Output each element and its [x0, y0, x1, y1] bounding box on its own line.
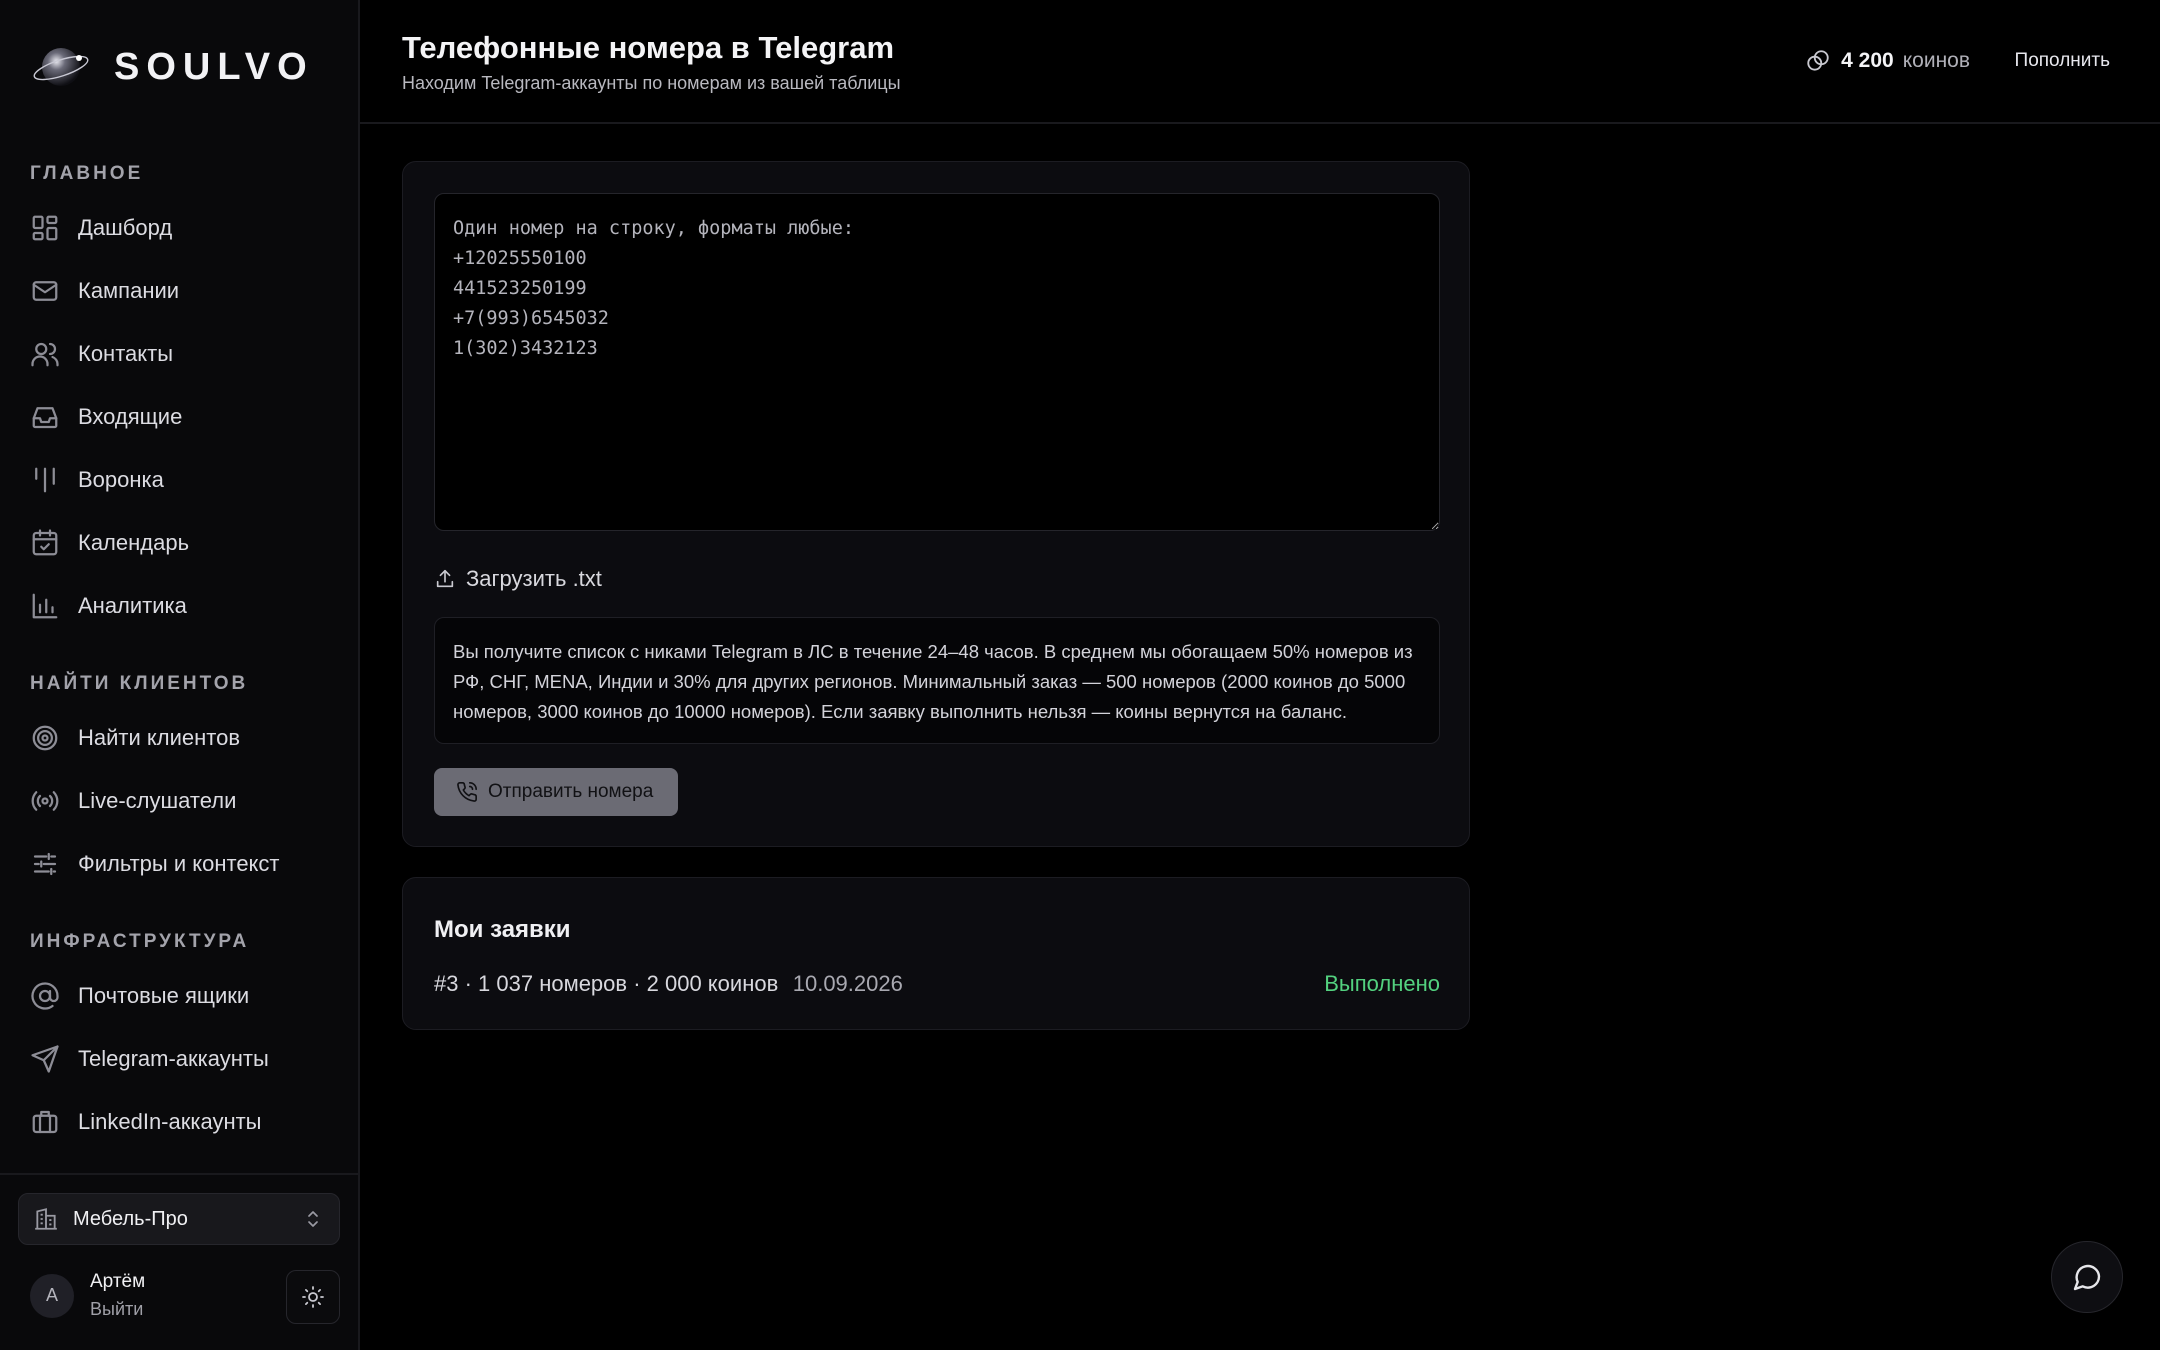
section-title-infrastructure: ИНФРАСТРУКТУРА [30, 931, 250, 952]
brand-name: SOULVO [114, 45, 314, 88]
sidebar-item-analytics[interactable]: Аналитика [30, 581, 187, 631]
radio-icon [30, 786, 60, 816]
submit-numbers-label: Отправить номера [488, 781, 654, 802]
page-subtitle: Находим Telegram-аккаунты по номерам из … [402, 73, 901, 93]
sidebar-item-dashboard[interactable]: Дашборд [30, 203, 172, 253]
sidebar-item-label: Найти клиентов [78, 725, 241, 750]
sidebar-nav[interactable]: ГЛАВНОЕ Дашборд Кампании Контакты Входящ… [0, 140, 358, 1173]
sidebar-item-label: Почтовые ящики [78, 983, 250, 1008]
briefcase-icon [30, 1107, 60, 1137]
brand[interactable]: SOULVO [32, 38, 314, 96]
chevrons-up-down-icon [301, 1207, 325, 1231]
sidebar-item-filters[interactable]: Фильтры и контекст [30, 839, 280, 889]
phone-call-icon [457, 782, 477, 802]
upload-txt-button[interactable]: Загрузить .txt [434, 566, 602, 592]
sidebar-item-label: Аналитика [78, 593, 187, 618]
dashboard-icon [30, 213, 60, 243]
coin-balance: 4 200 коинов [1805, 48, 1970, 74]
sidebar-item-live-listeners[interactable]: Live-слушатели [30, 776, 236, 826]
sidebar-item-label: Воронка [78, 467, 164, 492]
bar-chart-icon [30, 591, 60, 621]
sidebar-item-label: Фильтры и контекст [78, 851, 280, 876]
sidebar-item-label: Календарь [78, 530, 190, 555]
sidebar: SOULVO ГЛАВНОЕ Дашборд Кампании Контакты… [0, 0, 360, 1350]
sun-icon [302, 1286, 324, 1308]
pricing-notice: Вы получите список с никами Telegram в Л… [434, 617, 1440, 744]
sidebar-item-find-clients[interactable]: Найти клиентов [30, 713, 240, 763]
status-badge: Выполнено [1324, 971, 1440, 996]
sidebar-item-label: Входящие [78, 404, 183, 429]
user-block: А Артём Выйти [30, 1271, 145, 1320]
phone-upload-card: Загрузить .txt Вы получите список с ника… [402, 161, 1470, 847]
orders-title: Мои заявки [434, 916, 571, 943]
sidebar-item-linkedin-accounts[interactable]: LinkedIn-аккаунты [30, 1097, 262, 1147]
app-root: SOULVO ГЛАВНОЕ Дашборд Кампании Контакты… [0, 0, 2160, 1350]
funnel-icon [30, 465, 60, 495]
sidebar-footer: Мебель-Про А Артём Выйти [0, 1173, 358, 1350]
sidebar-item-campaigns[interactable]: Кампании [30, 266, 179, 316]
sidebar-item-label: Telegram-аккаунты [78, 1046, 269, 1071]
upload-txt-label: Загрузить .txt [466, 566, 602, 591]
sidebar-item-label: Дашборд [78, 215, 173, 240]
calendar-icon [30, 528, 60, 558]
sidebar-item-funnel[interactable]: Воронка [30, 455, 164, 505]
page-title: Телефонные номера в Telegram [402, 30, 895, 65]
sidebar-item-label: LinkedIn-аккаунты [78, 1109, 262, 1134]
sidebar-item-label: Кампании [78, 278, 180, 303]
section-title-main: ГЛАВНОЕ [30, 163, 144, 184]
target-icon [30, 723, 60, 753]
message-circle-icon [2073, 1264, 2101, 1291]
workspace-name: Мебель-Про [73, 1207, 188, 1230]
planet-logo-icon [32, 38, 90, 96]
page-header: Телефонные номера в Telegram Находим Tel… [360, 0, 2160, 124]
mail-icon [30, 276, 60, 306]
sidebar-item-telegram-accounts[interactable]: Telegram-аккаунты [30, 1034, 269, 1084]
chat-support-button[interactable] [2051, 1241, 2123, 1313]
logout-link[interactable]: Выйти [90, 1299, 145, 1320]
building-icon [35, 1208, 57, 1230]
order-date: 10.09.2026 [792, 971, 903, 996]
orders-card: Мои заявки #3 · 1 037 номеров · 2 000 ко… [402, 877, 1470, 1030]
order-summary: #3 · 1 037 номеров · 2 000 коинов [434, 971, 779, 996]
section-title-find-clients: НАЙТИ КЛИЕНТОВ [30, 673, 249, 694]
theme-toggle-button[interactable] [286, 1270, 340, 1324]
user-name: Артём [90, 1271, 146, 1292]
sidebar-item-label: Live-слушатели [78, 788, 237, 813]
send-icon [30, 1044, 60, 1074]
coins-icon [1807, 50, 1829, 71]
sliders-icon [30, 849, 60, 879]
sidebar-item-contacts[interactable]: Контакты [30, 329, 173, 379]
balance-unit: коинов [1902, 49, 1970, 72]
upload-icon [436, 569, 454, 588]
phones-textarea[interactable] [434, 193, 1440, 531]
list-item[interactable]: #3 · 1 037 номеров · 2 000 коинов 10.09.… [434, 971, 1440, 1003]
sidebar-item-label: Контакты [78, 341, 174, 366]
sidebar-item-inbox[interactable]: Входящие [30, 392, 182, 442]
at-sign-icon [30, 981, 60, 1011]
workspace-switcher[interactable]: Мебель-Про [18, 1193, 340, 1245]
users-icon [30, 339, 60, 369]
inbox-icon [30, 402, 60, 432]
submit-numbers-button[interactable]: Отправить номера [434, 768, 678, 816]
sidebar-item-calendar[interactable]: Календарь [30, 518, 189, 568]
sidebar-item-mailboxes[interactable]: Почтовые ящики [30, 971, 249, 1021]
balance-value: 4 200 [1841, 49, 1894, 72]
topup-button[interactable]: Пополнить [2015, 50, 2110, 72]
avatar: А [30, 1273, 74, 1318]
